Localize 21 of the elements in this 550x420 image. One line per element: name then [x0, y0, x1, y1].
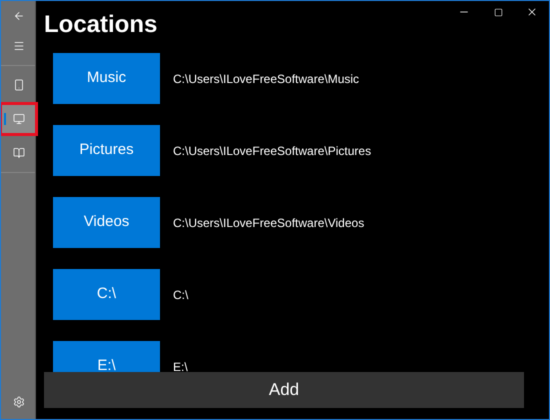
location-button[interactable]: Pictures	[53, 125, 160, 176]
book-icon	[12, 147, 24, 159]
settings-icon	[12, 396, 24, 408]
location-button[interactable]: E:\	[53, 341, 160, 372]
location-button[interactable]: Videos	[53, 197, 160, 248]
location-path: C:\	[173, 286, 188, 304]
back-icon	[12, 10, 24, 22]
menu-icon	[12, 40, 24, 52]
location-button[interactable]: Music	[53, 53, 160, 104]
monitor-icon	[12, 113, 24, 125]
close-icon	[526, 6, 538, 18]
phone-icon	[12, 79, 24, 91]
maximize-icon	[494, 8, 502, 16]
page-title: Locations	[44, 10, 158, 40]
selection-indicator	[4, 113, 6, 125]
location-button[interactable]: C:\	[53, 269, 160, 320]
add-button[interactable]: Add	[44, 372, 524, 408]
location-path: C:\Users\ILoveFreeSoftware\Videos	[173, 214, 364, 232]
location-path: E:\	[173, 358, 188, 372]
location-path: C:\Users\ILoveFreeSoftware\Pictures	[173, 142, 372, 160]
location-path: C:\Users\ILoveFreeSoftware\Music	[173, 70, 360, 88]
